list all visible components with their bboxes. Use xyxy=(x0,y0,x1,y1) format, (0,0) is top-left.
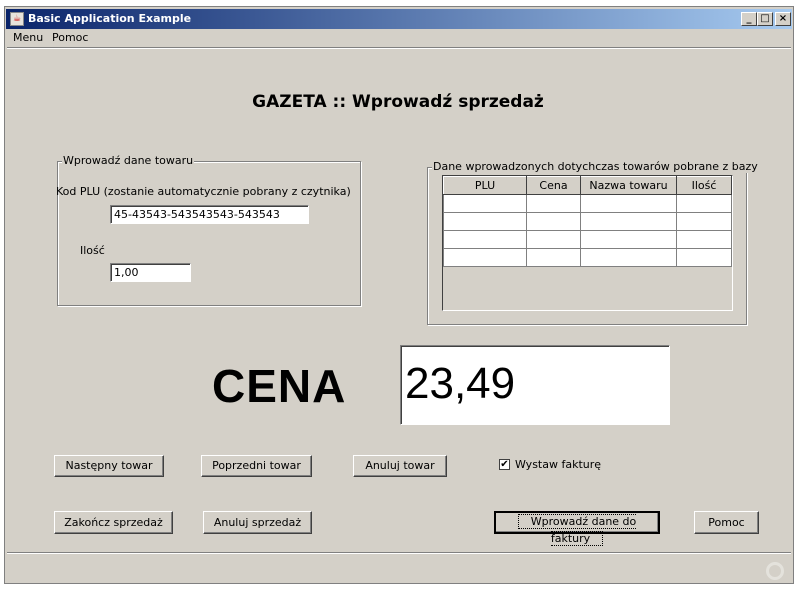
checkmark-icon: ✔ xyxy=(500,459,509,470)
column-header-ilosc[interactable]: Ilość xyxy=(676,176,732,195)
close-button[interactable]: × xyxy=(775,12,791,26)
cell[interactable] xyxy=(676,212,732,231)
menu-menu[interactable]: Menu xyxy=(13,31,43,44)
cell[interactable] xyxy=(526,248,581,267)
table-row[interactable] xyxy=(443,212,732,231)
enter-invoice-data-label: Wprowadź dane do faktury xyxy=(517,514,637,546)
quantity-input[interactable] xyxy=(110,263,191,282)
cell[interactable] xyxy=(443,194,527,213)
cell[interactable] xyxy=(580,194,677,213)
cancel-sale-button[interactable]: Anuluj sprzedaż xyxy=(203,511,312,534)
table-header: PLU Cena Nazwa towaru Ilość xyxy=(443,176,732,195)
previous-item-button[interactable]: Poprzedni towar xyxy=(201,455,312,477)
column-header-nazwa[interactable]: Nazwa towaru xyxy=(580,176,677,195)
busy-indicator-icon xyxy=(766,562,784,580)
plu-input[interactable] xyxy=(110,205,309,224)
title-bar[interactable]: ☕ Basic Application Example _ □ × xyxy=(6,9,792,29)
invoice-checkbox[interactable]: ✔ xyxy=(499,459,510,470)
cell[interactable] xyxy=(526,212,581,231)
cell[interactable] xyxy=(580,230,677,249)
table-row[interactable] xyxy=(443,194,732,213)
cell[interactable] xyxy=(443,212,527,231)
help-button[interactable]: Pomoc xyxy=(694,511,759,534)
price-display: 23,49 xyxy=(400,345,670,425)
items-table[interactable]: PLU Cena Nazwa towaru Ilość xyxy=(443,176,732,267)
cancel-item-button[interactable]: Anuluj towar xyxy=(353,455,447,477)
cell[interactable] xyxy=(676,230,732,249)
cell[interactable] xyxy=(676,194,732,213)
cell[interactable] xyxy=(526,230,581,249)
window-title: Basic Application Example xyxy=(28,12,192,25)
enter-invoice-data-button[interactable]: Wprowadź dane do faktury xyxy=(494,511,660,546)
invoice-checkbox-label[interactable]: Wystaw fakturę xyxy=(515,458,601,471)
plu-label: Kod PLU (zostanie automatycznie pobrany … xyxy=(56,185,351,198)
cell[interactable] xyxy=(580,248,677,267)
items-group-legend: Dane wprowadzonych dotychczas towarów po… xyxy=(432,160,759,173)
cell[interactable] xyxy=(526,194,581,213)
main-window: ☕ Basic Application Example _ □ × Menu P… xyxy=(4,6,794,584)
product-group-legend: Wprowadź dane towaru xyxy=(62,154,195,167)
cell[interactable] xyxy=(676,248,732,267)
java-app-icon: ☕ xyxy=(10,12,24,26)
quantity-label: Ilość xyxy=(80,244,105,257)
page-title: GAZETA :: Wprowadź sprzedaż xyxy=(252,92,544,112)
cell[interactable] xyxy=(443,248,527,267)
cell[interactable] xyxy=(580,212,677,231)
menu-separator xyxy=(7,47,791,49)
column-header-plu[interactable]: PLU xyxy=(443,176,527,195)
maximize-button[interactable]: □ xyxy=(757,12,773,26)
status-separator xyxy=(7,552,791,554)
next-item-button[interactable]: Następny towar xyxy=(54,455,164,477)
menu-pomoc[interactable]: Pomoc xyxy=(52,31,88,44)
product-data-group xyxy=(57,161,361,306)
column-header-cena[interactable]: Cena xyxy=(526,176,581,195)
items-table-scrollpane[interactable]: PLU Cena Nazwa towaru Ilość xyxy=(442,175,733,311)
minimize-button[interactable]: _ xyxy=(741,12,757,26)
cell[interactable] xyxy=(443,230,527,249)
price-label: CENA xyxy=(212,360,347,412)
table-row[interactable] xyxy=(443,248,732,267)
table-row[interactable] xyxy=(443,230,732,249)
finish-sale-button[interactable]: Zakończ sprzedaż xyxy=(54,511,173,534)
